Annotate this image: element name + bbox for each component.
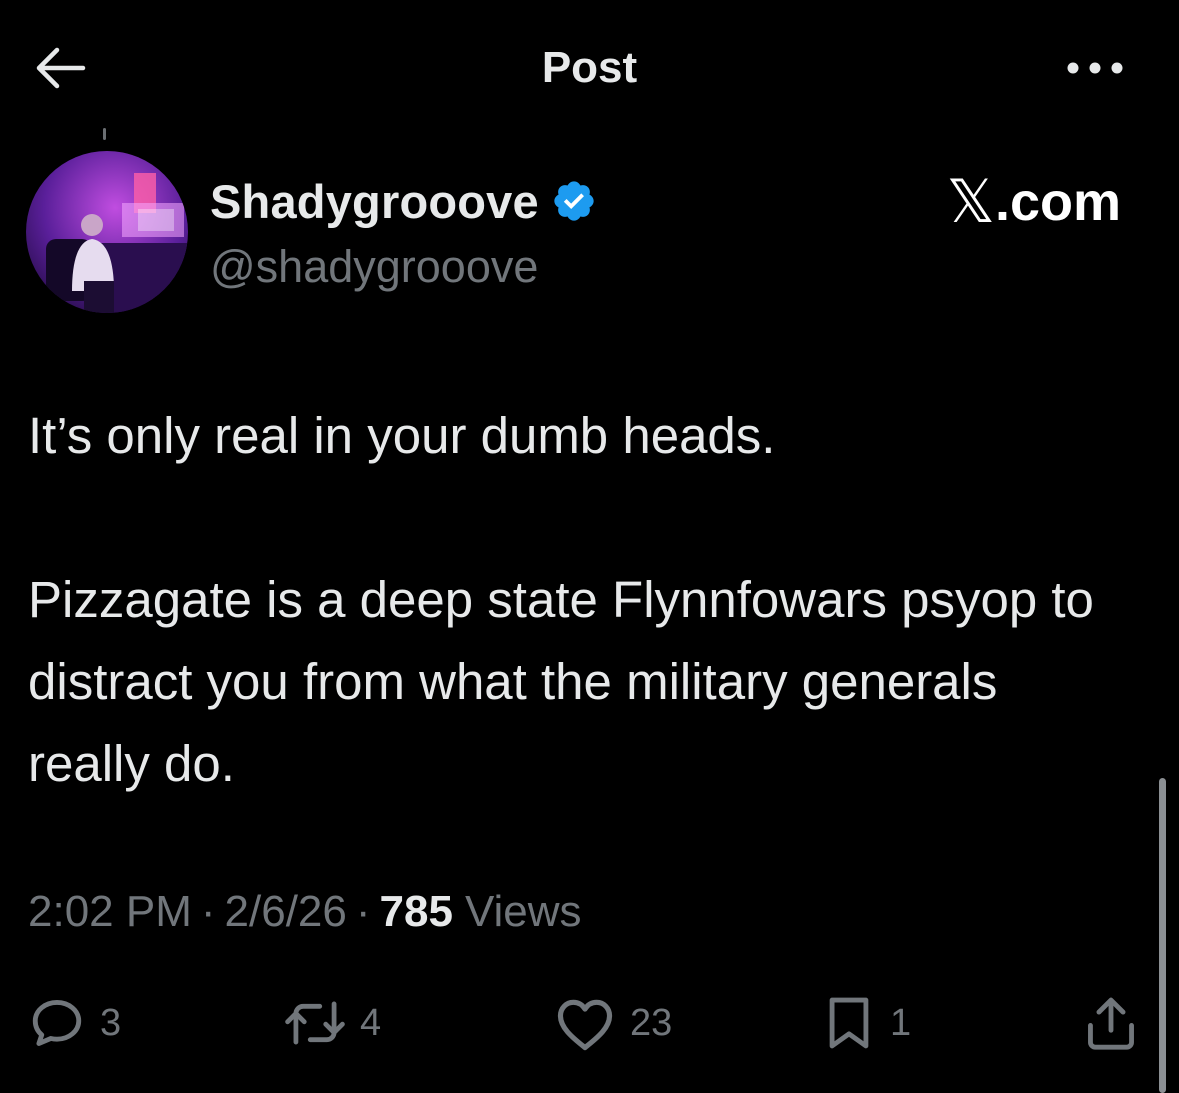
share-button[interactable]: [1082, 990, 1140, 1056]
repost-count: 4: [360, 1001, 382, 1044]
meta-separator: ·: [355, 887, 371, 936]
site-watermark: 𝕏 .com: [947, 167, 1121, 237]
post-date[interactable]: 2/6/26: [225, 887, 347, 937]
repost-button[interactable]: 4: [284, 990, 381, 1056]
like-count: 23: [630, 1001, 673, 1044]
post-paragraph: It’s only real in your dumb heads.: [28, 407, 776, 464]
views-label: Views: [464, 887, 582, 936]
thread-connector: [103, 128, 106, 140]
author-handle[interactable]: @shadygrooove: [210, 240, 538, 294]
post-text: It’s only real in your dumb heads. Pizza…: [28, 395, 1128, 805]
display-name: Shadygrooove: [210, 174, 539, 228]
scrollbar[interactable]: [1159, 778, 1166, 1093]
bookmark-button[interactable]: 1: [822, 990, 911, 1056]
post-time[interactable]: 2:02 PM: [28, 887, 192, 937]
repost-icon: [285, 1001, 345, 1045]
bookmark-count: 1: [890, 1001, 912, 1044]
reply-icon: [32, 1000, 82, 1046]
more-horizontal-icon: [1067, 62, 1123, 74]
bookmark-icon: [829, 997, 869, 1049]
views-count[interactable]: 785: [380, 887, 453, 937]
page-title: Post: [541, 43, 638, 92]
back-button[interactable]: [28, 38, 92, 98]
like-button[interactable]: 23: [554, 990, 672, 1056]
verified-badge-icon: [554, 181, 594, 221]
share-icon: [1088, 997, 1134, 1050]
more-options-button[interactable]: [1058, 40, 1132, 96]
watermark-text: .com: [994, 172, 1121, 232]
post-paragraph: Pizzagate is a deep state Flynnfowars ps…: [28, 571, 1094, 792]
post-meta: 2:02 PM · 2/6/26 · 785 Views: [28, 880, 582, 944]
heart-icon: [557, 999, 613, 1051]
meta-separator: ·: [200, 887, 216, 936]
reply-button[interactable]: 3: [28, 990, 121, 1056]
avatar-image: [26, 151, 188, 313]
avatar[interactable]: [26, 151, 188, 313]
reply-count: 3: [100, 1001, 122, 1044]
x-logo-icon: 𝕏: [946, 167, 995, 237]
arrow-left-icon: [36, 47, 86, 89]
author-name[interactable]: Shadygrooove: [210, 170, 597, 232]
